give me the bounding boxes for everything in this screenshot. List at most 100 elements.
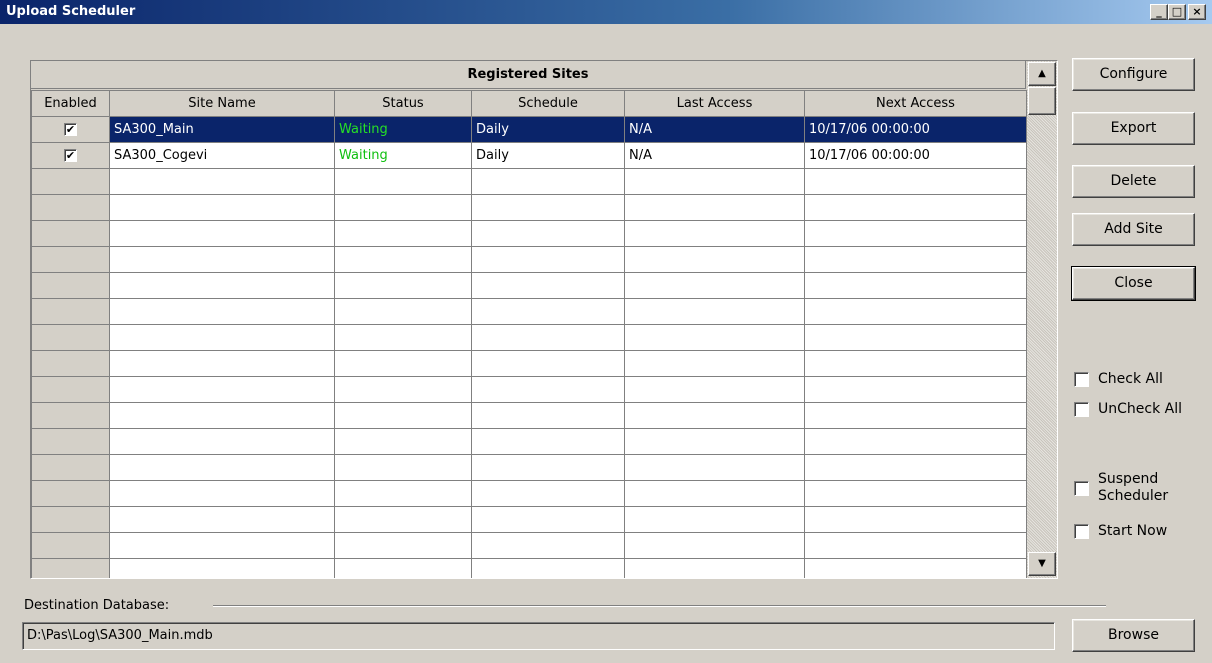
empty-cell[interactable] (471, 480, 625, 507)
empty-cell[interactable] (624, 402, 805, 429)
empty-table-row[interactable] (31, 220, 1027, 247)
empty-table-row[interactable] (31, 194, 1027, 221)
empty-cell[interactable] (804, 246, 1027, 273)
checkbox-box[interactable] (1074, 402, 1089, 417)
schedule-cell[interactable]: Daily (471, 116, 625, 143)
site-name-cell[interactable]: SA300_Cogevi (109, 142, 335, 169)
empty-cell[interactable] (624, 324, 805, 351)
empty-table-row[interactable] (31, 506, 1027, 533)
checkbox-box[interactable] (1074, 372, 1089, 387)
empty-cell[interactable] (334, 376, 472, 403)
start-now-checkbox[interactable]: Start Now (1074, 523, 1167, 540)
empty-cell[interactable] (471, 376, 625, 403)
empty-cell[interactable] (109, 376, 335, 403)
empty-cell[interactable] (31, 194, 110, 221)
enabled-cell[interactable]: ✔ (31, 142, 110, 169)
empty-cell[interactable] (804, 168, 1027, 195)
empty-cell[interactable] (471, 428, 625, 455)
empty-table-row[interactable] (31, 298, 1027, 325)
empty-cell[interactable] (334, 402, 472, 429)
empty-cell[interactable] (471, 558, 625, 578)
suspend-scheduler-label[interactable]: Suspend Scheduler (1098, 471, 1168, 505)
delete-button[interactable]: Delete (1072, 165, 1195, 198)
column-header-schedule[interactable]: Schedule (471, 90, 625, 117)
empty-cell[interactable] (31, 272, 110, 299)
empty-cell[interactable] (471, 168, 625, 195)
empty-cell[interactable] (471, 246, 625, 273)
empty-cell[interactable] (624, 506, 805, 533)
empty-cell[interactable] (804, 506, 1027, 533)
empty-table-row[interactable] (31, 272, 1027, 299)
empty-cell[interactable] (109, 220, 335, 247)
empty-cell[interactable] (109, 558, 335, 578)
empty-cell[interactable] (334, 194, 472, 221)
column-header-last-access[interactable]: Last Access (624, 90, 805, 117)
start-now-label[interactable]: Start Now (1098, 523, 1167, 540)
uncheck-all-label[interactable]: UnCheck All (1098, 401, 1182, 418)
empty-cell[interactable] (624, 532, 805, 559)
column-header-next-access[interactable]: Next Access (804, 90, 1027, 117)
empty-cell[interactable] (334, 220, 472, 247)
empty-cell[interactable] (31, 298, 110, 325)
empty-cell[interactable] (804, 558, 1027, 578)
vertical-scrollbar[interactable]: ▲ ▼ (1027, 61, 1057, 578)
empty-cell[interactable] (334, 428, 472, 455)
empty-cell[interactable] (471, 454, 625, 481)
empty-cell[interactable] (109, 480, 335, 507)
empty-cell[interactable] (31, 506, 110, 533)
check-all-checkbox[interactable]: Check All (1074, 371, 1163, 388)
empty-cell[interactable] (624, 350, 805, 377)
export-button[interactable]: Export (1072, 112, 1195, 145)
empty-cell[interactable] (31, 402, 110, 429)
empty-cell[interactable] (31, 220, 110, 247)
empty-table-row[interactable] (31, 402, 1027, 429)
check-all-label[interactable]: Check All (1098, 371, 1163, 388)
column-header-status[interactable]: Status (334, 90, 472, 117)
empty-cell[interactable] (109, 454, 335, 481)
enabled-checkbox-checked[interactable]: ✔ (64, 123, 77, 136)
minimize-button[interactable]: _ (1150, 4, 1168, 20)
empty-cell[interactable] (804, 480, 1027, 507)
empty-cell[interactable] (334, 480, 472, 507)
empty-cell[interactable] (471, 272, 625, 299)
column-header-site-name[interactable]: Site Name (109, 90, 335, 117)
empty-cell[interactable] (624, 454, 805, 481)
empty-table-row[interactable] (31, 324, 1027, 351)
empty-cell[interactable] (109, 246, 335, 273)
schedule-cell[interactable]: Daily (471, 142, 625, 169)
empty-cell[interactable] (109, 168, 335, 195)
empty-table-row[interactable] (31, 168, 1027, 195)
empty-cell[interactable] (624, 194, 805, 221)
destination-path-field[interactable]: D:\Pas\Log\SA300_Main.mdb (22, 622, 1055, 650)
empty-cell[interactable] (109, 194, 335, 221)
empty-cell[interactable] (334, 246, 472, 273)
empty-table-row[interactable] (31, 454, 1027, 481)
empty-cell[interactable] (624, 558, 805, 578)
empty-cell[interactable] (334, 506, 472, 533)
configure-button[interactable]: Configure (1072, 58, 1195, 91)
scroll-thumb[interactable] (1028, 87, 1056, 115)
empty-cell[interactable] (31, 558, 110, 578)
empty-cell[interactable] (31, 532, 110, 559)
empty-cell[interactable] (334, 272, 472, 299)
empty-cell[interactable] (334, 350, 472, 377)
enabled-checkbox-checked[interactable]: ✔ (64, 149, 77, 162)
empty-cell[interactable] (109, 532, 335, 559)
scroll-down-arrow-icon[interactable]: ▼ (1028, 552, 1056, 576)
empty-cell[interactable] (109, 298, 335, 325)
empty-cell[interactable] (804, 298, 1027, 325)
empty-table-row[interactable] (31, 480, 1027, 507)
empty-cell[interactable] (471, 506, 625, 533)
empty-cell[interactable] (109, 506, 335, 533)
empty-cell[interactable] (624, 428, 805, 455)
empty-cell[interactable] (31, 324, 110, 351)
empty-cell[interactable] (804, 454, 1027, 481)
empty-cell[interactable] (804, 376, 1027, 403)
empty-cell[interactable] (624, 168, 805, 195)
maximize-button[interactable]: □ (1168, 4, 1186, 20)
empty-cell[interactable] (624, 272, 805, 299)
empty-cell[interactable] (624, 246, 805, 273)
empty-cell[interactable] (471, 194, 625, 221)
empty-cell[interactable] (624, 480, 805, 507)
checkbox-box[interactable] (1074, 481, 1089, 496)
